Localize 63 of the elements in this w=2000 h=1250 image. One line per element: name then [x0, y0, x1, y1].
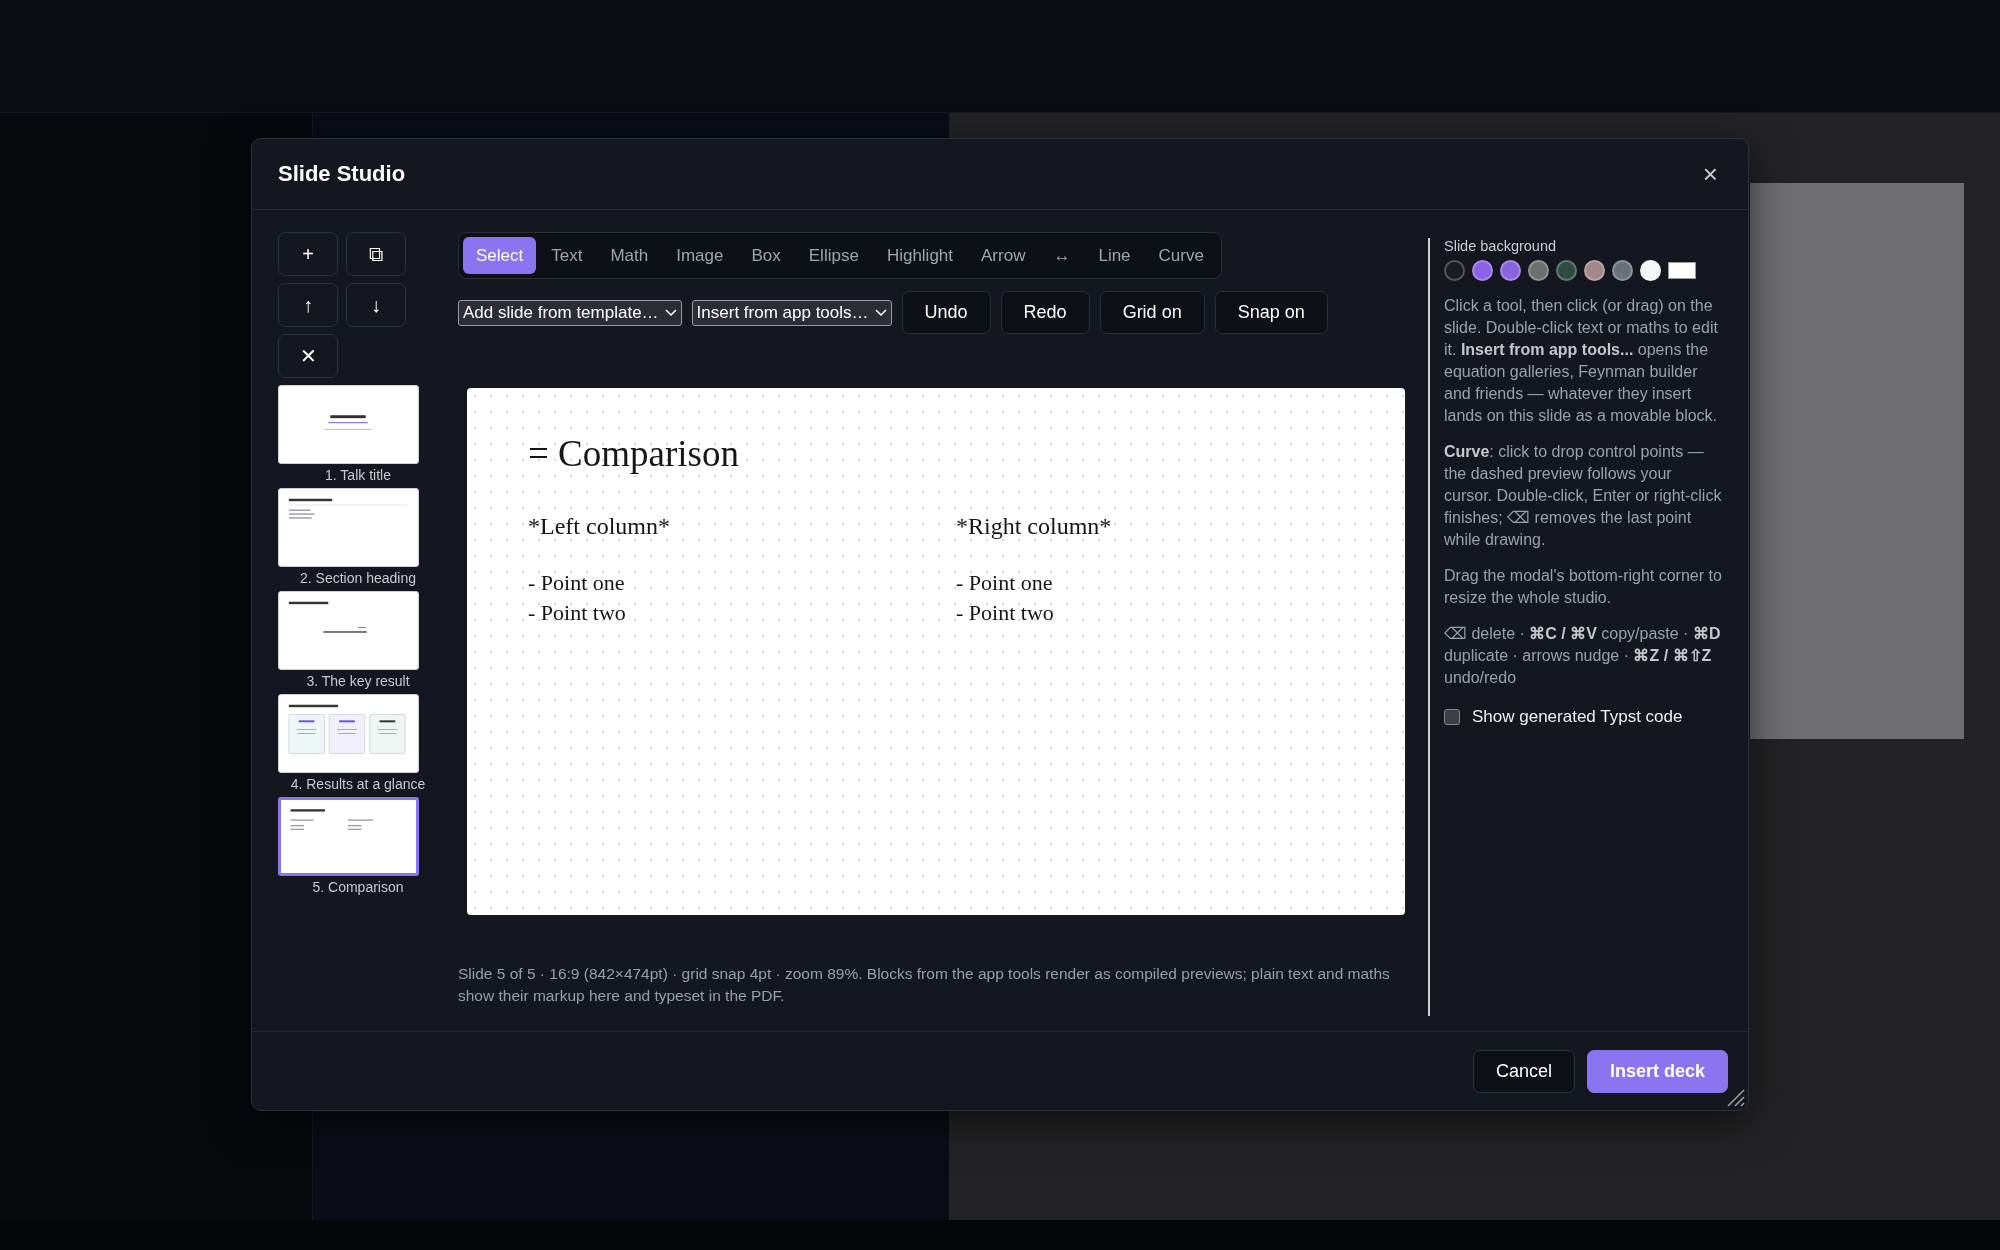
tool-button[interactable]: Ellipse	[795, 237, 872, 274]
action-button[interactable]: Snap on	[1214, 291, 1328, 334]
color-swatch[interactable]	[1612, 260, 1633, 281]
action-button[interactable]: Grid on	[1099, 291, 1205, 334]
help-text: Curve: click to drop control points — the dashed preview follows your cursor. Double-click, Enter or right-click finishes; ⌫ removes the last point while drawing.	[1444, 442, 1722, 550]
slide-label: 4. Results at a glance	[290, 776, 426, 792]
cancel-button[interactable]: Cancel	[1472, 1049, 1575, 1093]
bullet-text: - Point two	[956, 599, 1055, 627]
tool-button[interactable]: Curve	[1145, 237, 1217, 274]
color-swatch[interactable]	[1528, 260, 1549, 281]
tool-button[interactable]: Line	[1085, 237, 1144, 274]
slide-action-button[interactable]: ↓	[346, 283, 406, 327]
slide-label: 2. Section heading	[300, 570, 416, 586]
tool-button[interactable]: Arrow	[968, 237, 1039, 274]
tool-button[interactable]: Select	[463, 237, 537, 274]
help-text: Drag the modal's bottom-right corner to resize the whole studio.	[1444, 566, 1722, 608]
tool-button[interactable]: ↔	[1040, 237, 1084, 274]
slide-action-button[interactable]: ↑	[278, 283, 338, 327]
chevron-icon	[874, 308, 887, 317]
color-swatch[interactable]	[1584, 260, 1605, 281]
slide-thumbnail[interactable]	[278, 385, 419, 464]
slide-thumbnail[interactable]	[278, 694, 419, 773]
color-swatch[interactable]	[1444, 260, 1465, 281]
tool-button[interactable]: Box	[738, 237, 794, 274]
help-text: ⌫ delete · ⌘C / ⌘V copy/paste · ⌘D duplicate · arrows nudge · ⌘Z / ⌘⇧Z undo/redo	[1444, 624, 1722, 688]
slide-thumbnail[interactable]	[278, 488, 419, 567]
dropdown[interactable]: Insert from app tools…	[691, 299, 892, 326]
color-swatch[interactable]	[1500, 260, 1521, 281]
slide-heading: = Comparison	[528, 432, 740, 475]
slide-label: 3. The key result	[306, 673, 410, 689]
dialog-title: Slide Studio	[278, 161, 407, 187]
tool-button[interactable]: Math	[597, 237, 662, 274]
slide-thumbnail[interactable]	[278, 797, 419, 876]
color-swatch[interactable]	[1556, 260, 1577, 281]
section-label: Slide background	[1444, 238, 1558, 254]
slide-action-button[interactable]: ✕	[278, 334, 338, 378]
color-swatch[interactable]	[1640, 260, 1661, 281]
slide-label: 5. Comparison	[312, 879, 404, 895]
column-title: *Left column*	[528, 513, 671, 540]
slide-label: 1. Talk title	[325, 467, 391, 483]
slide-canvas[interactable]: = Comparison *Left column* - Point one - Point two *Right column* - Point one - Point two	[467, 388, 1405, 915]
bullet-text: - Point one	[956, 569, 1054, 597]
chevron-icon	[664, 308, 677, 317]
bullet-text: - Point two	[528, 599, 627, 627]
slide-action-button[interactable]: ⧉	[346, 232, 406, 276]
color-picker[interactable]	[1668, 262, 1696, 279]
color-swatch[interactable]	[1472, 260, 1493, 281]
slide-thumbnail[interactable]	[278, 591, 419, 670]
column-title: *Right column*	[956, 513, 1113, 540]
tool-button[interactable]: Text	[538, 237, 596, 274]
action-button[interactable]: Undo	[901, 291, 991, 334]
slide-action-button[interactable]: +	[278, 232, 338, 276]
close-button[interactable]: ×	[1698, 158, 1722, 190]
checkbox[interactable]	[1444, 709, 1460, 725]
tool-button[interactable]: Image	[663, 237, 737, 274]
checkbox-label[interactable]: Show generated Typst code	[1472, 707, 1683, 727]
slide-info: Slide 5 of 5 · 16:9 (842×474pt) · grid snap 4pt · zoom 89%. Blocks from the app tools render as compiled previews; plain text and maths show their markup here and typeset in the PDF.	[458, 964, 1391, 1006]
insert-button[interactable]: Insert deck	[1586, 1049, 1728, 1093]
tool-button[interactable]: Highlight	[873, 237, 967, 274]
help-text: Click a tool, then click (or drag) on the slide. Double-click text or maths to edit it. Insert from app tools... opens the equation galleries, Feynman builder and friends — whatever they insert lands on this slide as a movable block.	[1444, 296, 1719, 426]
dropdown[interactable]: Add slide from template…	[458, 299, 682, 326]
bullet-text: - Point one	[528, 569, 626, 597]
action-button[interactable]: Redo	[1000, 291, 1090, 334]
